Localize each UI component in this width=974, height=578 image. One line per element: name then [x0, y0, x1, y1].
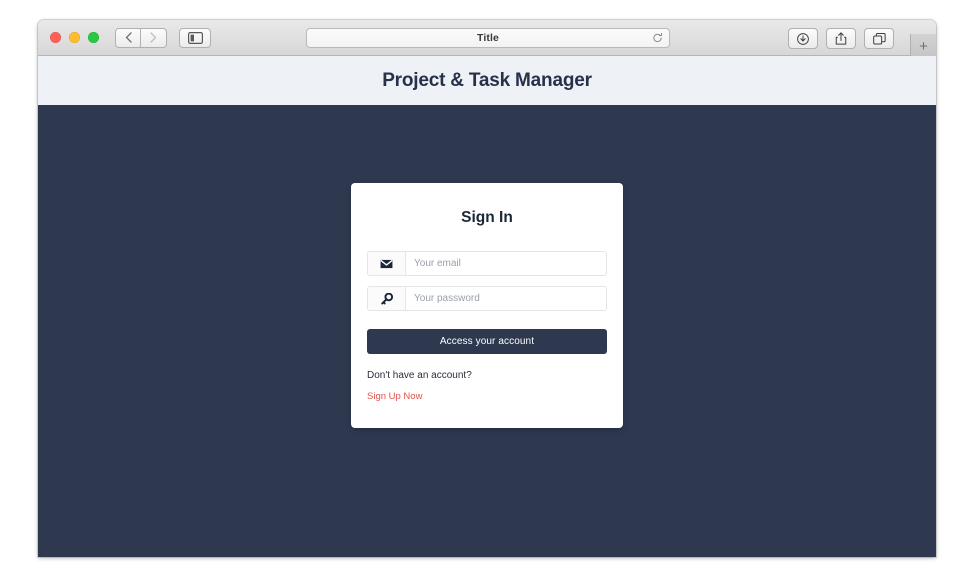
submit-button[interactable]: Access your account: [367, 329, 607, 354]
page-title-text: Title: [477, 32, 499, 44]
reload-button[interactable]: [652, 32, 663, 44]
signin-heading: Sign In: [461, 209, 513, 226]
toolbar-actions: [788, 28, 894, 49]
email-input[interactable]: [406, 252, 606, 275]
minimize-window-button[interactable]: [69, 32, 80, 43]
sidebar-toggle-button[interactable]: [179, 27, 211, 48]
no-account-text: Don't have an account?: [367, 370, 472, 381]
maximize-window-button[interactable]: [88, 32, 99, 43]
new-tab-label: +: [919, 37, 928, 55]
tab-overview-icon: [872, 32, 886, 44]
forward-button[interactable]: [141, 27, 167, 48]
web-page: Project & Task Manager Sign In Your emai…: [38, 56, 936, 557]
download-icon: [797, 32, 809, 45]
share-icon: [835, 32, 847, 45]
browser-toolbar: Title +: [38, 20, 936, 58]
envelope-icon-wrapper: [368, 252, 406, 275]
key-icon: [380, 292, 393, 304]
navigation-buttons: [115, 27, 167, 48]
password-field-row: [367, 286, 607, 311]
close-window-button[interactable]: [50, 32, 61, 43]
address-bar[interactable]: Title: [306, 28, 670, 48]
sidebar-toggle-icon: [187, 31, 203, 44]
email-field-row: [367, 251, 607, 276]
browser-window: Title + Project & Task Manager Sign In Y…: [38, 20, 936, 557]
page-body: Sign In Your email Access your account D…: [38, 105, 936, 557]
share-button[interactable]: [826, 28, 856, 49]
password-input[interactable]: [406, 287, 606, 310]
envelope-icon: [380, 259, 393, 268]
back-button[interactable]: [115, 27, 141, 48]
reload-icon: [653, 32, 663, 43]
site-header: Project & Task Manager: [38, 56, 936, 105]
signup-link[interactable]: Sign Up Now: [367, 391, 422, 402]
chevron-left-icon: [125, 32, 132, 43]
chevron-right-icon: [150, 32, 157, 43]
screenshot-root: Title + Project & Task Manager Sign In Y…: [0, 0, 974, 578]
key-icon-wrapper: [368, 287, 406, 310]
downloads-button[interactable]: [788, 28, 818, 49]
window-controls: [50, 32, 99, 43]
new-tab-button[interactable]: +: [910, 34, 936, 58]
signin-card: Sign In Your email Access your account D…: [351, 183, 623, 428]
address-bar-container: Title: [306, 28, 670, 48]
site-title: Project & Task Manager: [382, 69, 592, 91]
tab-overview-button[interactable]: [864, 28, 894, 49]
